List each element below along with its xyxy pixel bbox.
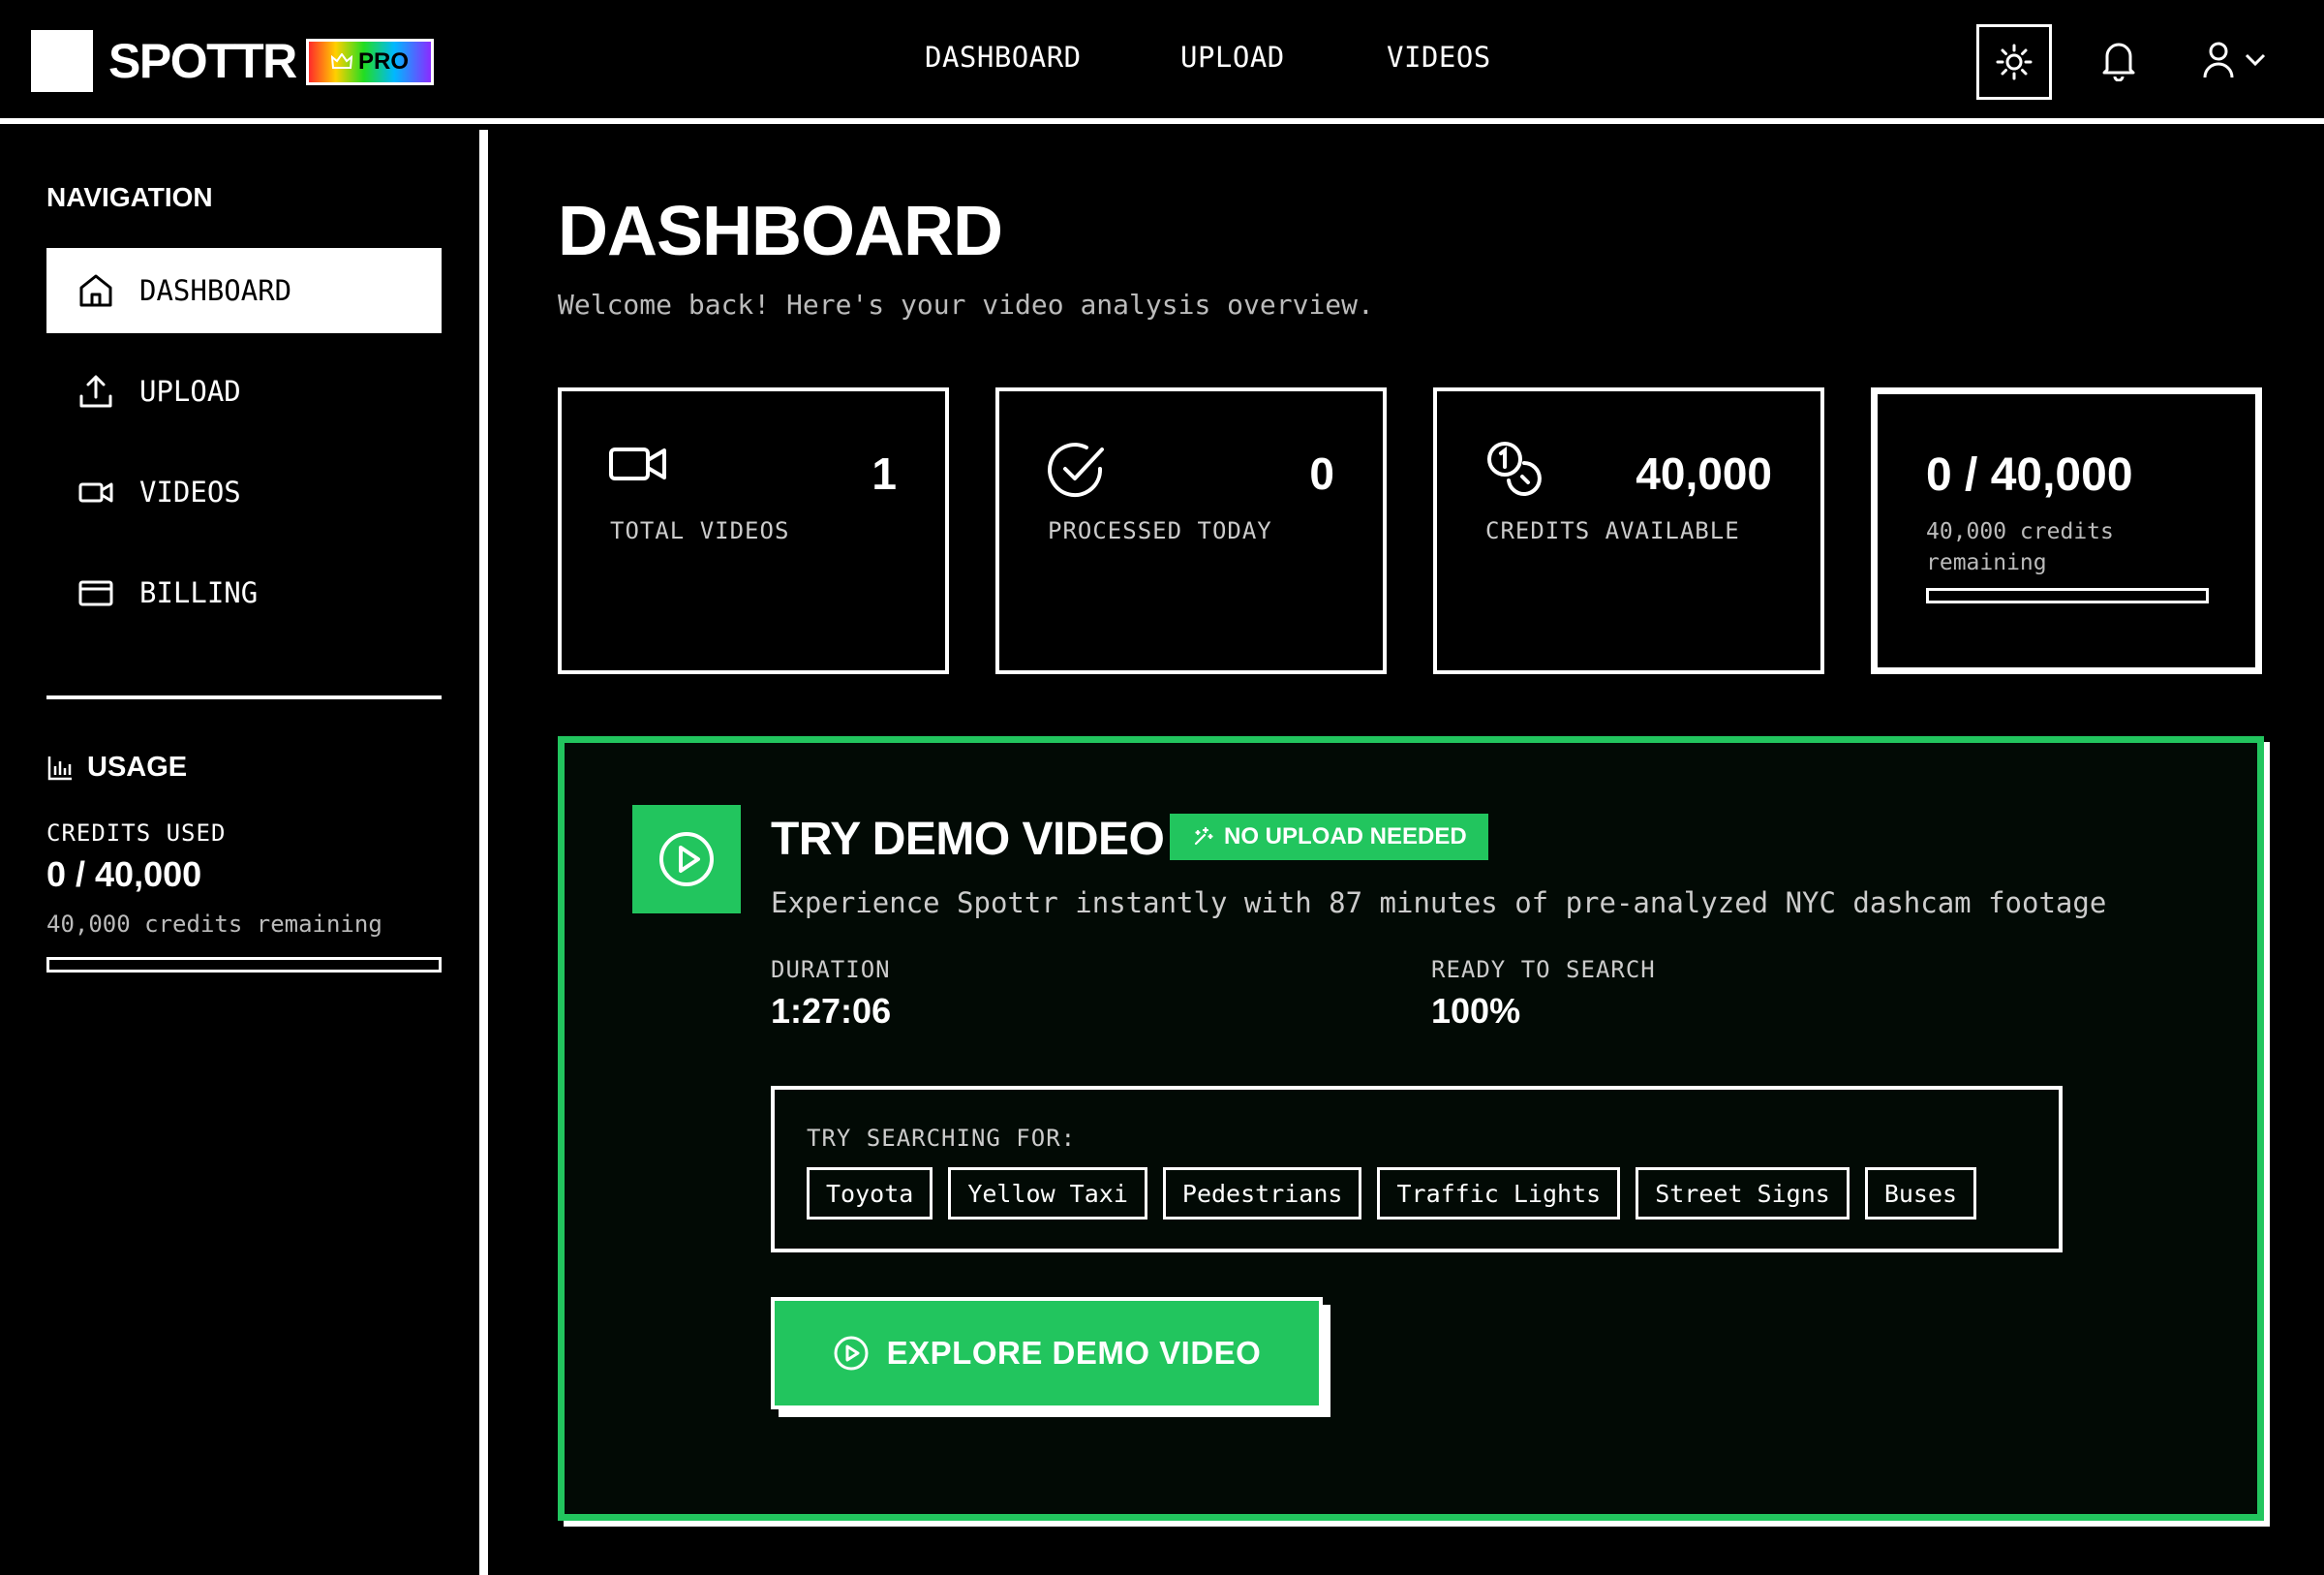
demo-video-panel: TRY DEMO VIDEO NO UPLOAD NEEDED Experien… <box>558 736 2264 1521</box>
theme-toggle-button[interactable] <box>1976 24 2052 100</box>
video-camera-icon <box>78 482 113 503</box>
sidebar-item-label: VIDEOS <box>139 476 241 509</box>
demo-description: Experience Spottr instantly with 87 minu… <box>771 886 2107 919</box>
user-icon <box>2203 42 2234 78</box>
suggestion-chips: Toyota Yellow Taxi Pedestrians Traffic L… <box>807 1167 1977 1220</box>
brand-name[interactable]: SPOTTR <box>108 33 297 89</box>
page-subtitle: Welcome back! Here's your video analysis… <box>558 289 1374 321</box>
sidebar-item-label: DASHBOARD <box>139 274 292 307</box>
sun-icon <box>1996 44 2033 80</box>
bell-icon <box>2102 43 2135 82</box>
sparkle-icon <box>1194 826 1213 846</box>
stat-value: 0 <box>1309 448 1334 499</box>
sidebar-item-billing[interactable]: BILLING <box>46 550 442 635</box>
top-bar: SPOTTR PRO DASHBOARD UPLOAD VIDEOS <box>0 0 2324 124</box>
credits-remaining-text: 40,000 credits remaining <box>46 911 382 938</box>
demo-title: TRY DEMO VIDEO <box>771 814 1165 865</box>
play-circle-icon <box>834 1336 869 1371</box>
stat-card-processed-today: 0 PROCESSED TODAY <box>995 387 1387 674</box>
stat-label: TOTAL VIDEOS <box>610 517 790 544</box>
credits-usage-remaining: 40,000 credits remaining <box>1926 519 2114 575</box>
credits-used-value: 0 / 40,000 <box>46 854 202 894</box>
duration-label: DURATION <box>771 956 891 983</box>
suggestion-chip-pedestrians[interactable]: Pedestrians <box>1162 1167 1362 1220</box>
credits-usage-progress-bar <box>1926 588 2209 603</box>
stat-card-total-videos: 1 TOTAL VIDEOS <box>558 387 949 674</box>
stat-label: CREDITS AVAILABLE <box>1485 517 1740 544</box>
topnav-dashboard[interactable]: DASHBOARD <box>925 41 1082 74</box>
topnav-upload[interactable]: UPLOAD <box>1180 41 1285 74</box>
sidebar-item-videos[interactable]: VIDEOS <box>46 449 442 535</box>
chevron-down-icon <box>2245 53 2266 67</box>
upload-icon <box>79 375 112 408</box>
demo-play-tile[interactable] <box>632 805 741 913</box>
play-circle-icon <box>659 832 714 886</box>
stat-value: 40,000 <box>1636 448 1772 499</box>
sidebar-item-label: UPLOAD <box>139 375 241 408</box>
logo-mark[interactable] <box>31 30 93 92</box>
sidebar-divider <box>46 695 442 699</box>
suggestion-chip-yellow-taxi[interactable]: Yellow Taxi <box>948 1167 1147 1220</box>
user-menu-button[interactable] <box>2202 41 2266 79</box>
suggestion-chip-buses[interactable]: Buses <box>1864 1167 1977 1220</box>
no-upload-label: NO UPLOAD NEEDED <box>1224 823 1467 849</box>
ready-label: READY TO SEARCH <box>1431 956 1656 983</box>
sidebar: NAVIGATION DASHBOARD UPLOAD VIDEOS BILLI… <box>0 130 488 1575</box>
no-upload-badge: NO UPLOAD NEEDED <box>1170 814 1488 860</box>
coins-icon <box>1487 442 1542 496</box>
bar-chart-icon <box>47 756 72 780</box>
usage-heading: USAGE <box>46 752 187 784</box>
video-camera-icon <box>609 448 666 480</box>
sidebar-item-label: BILLING <box>139 576 259 609</box>
crown-icon <box>330 53 352 69</box>
pro-label: PRO <box>357 48 409 75</box>
suggestion-chip-toyota[interactable]: Toyota <box>807 1167 933 1220</box>
home-icon <box>79 274 112 307</box>
stat-value: 1 <box>872 448 897 499</box>
sidebar-title: NAVIGATION <box>46 182 213 212</box>
sidebar-item-upload[interactable]: UPLOAD <box>46 349 442 434</box>
usage-progress-bar <box>46 957 442 973</box>
suggestion-chip-traffic-lights[interactable]: Traffic Lights <box>1377 1167 1621 1220</box>
suggestion-chip-street-signs[interactable]: Street Signs <box>1636 1167 1850 1220</box>
search-suggestions-label: TRY SEARCHING FOR: <box>807 1125 1077 1152</box>
credits-used-label: CREDITS USED <box>46 819 227 847</box>
credits-usage-value: 0 / 40,000 <box>1926 449 2133 501</box>
notifications-button[interactable] <box>2099 39 2138 86</box>
credit-card-icon <box>78 580 113 606</box>
check-circle-icon <box>1048 443 1104 498</box>
topnav-videos[interactable]: VIDEOS <box>1387 41 1491 74</box>
credits-usage-card: 0 / 40,000 40,000 credits remaining <box>1871 387 2262 674</box>
ready-value: 100% <box>1431 991 1521 1031</box>
pro-badge: PRO <box>306 39 434 85</box>
explore-demo-button[interactable]: EXPLORE DEMO VIDEO <box>771 1297 1323 1409</box>
sidebar-item-dashboard[interactable]: DASHBOARD <box>46 248 442 333</box>
stat-label: PROCESSED TODAY <box>1048 517 1272 544</box>
usage-title: USAGE <box>87 752 188 783</box>
duration-value: 1:27:06 <box>771 991 892 1031</box>
explore-demo-label: EXPLORE DEMO VIDEO <box>886 1335 1262 1371</box>
stat-card-credits-available: 40,000 CREDITS AVAILABLE <box>1433 387 1824 674</box>
search-suggestions-box: TRY SEARCHING FOR: Toyota Yellow Taxi Pe… <box>771 1086 2063 1252</box>
page-title: DASHBOARD <box>558 193 1003 270</box>
